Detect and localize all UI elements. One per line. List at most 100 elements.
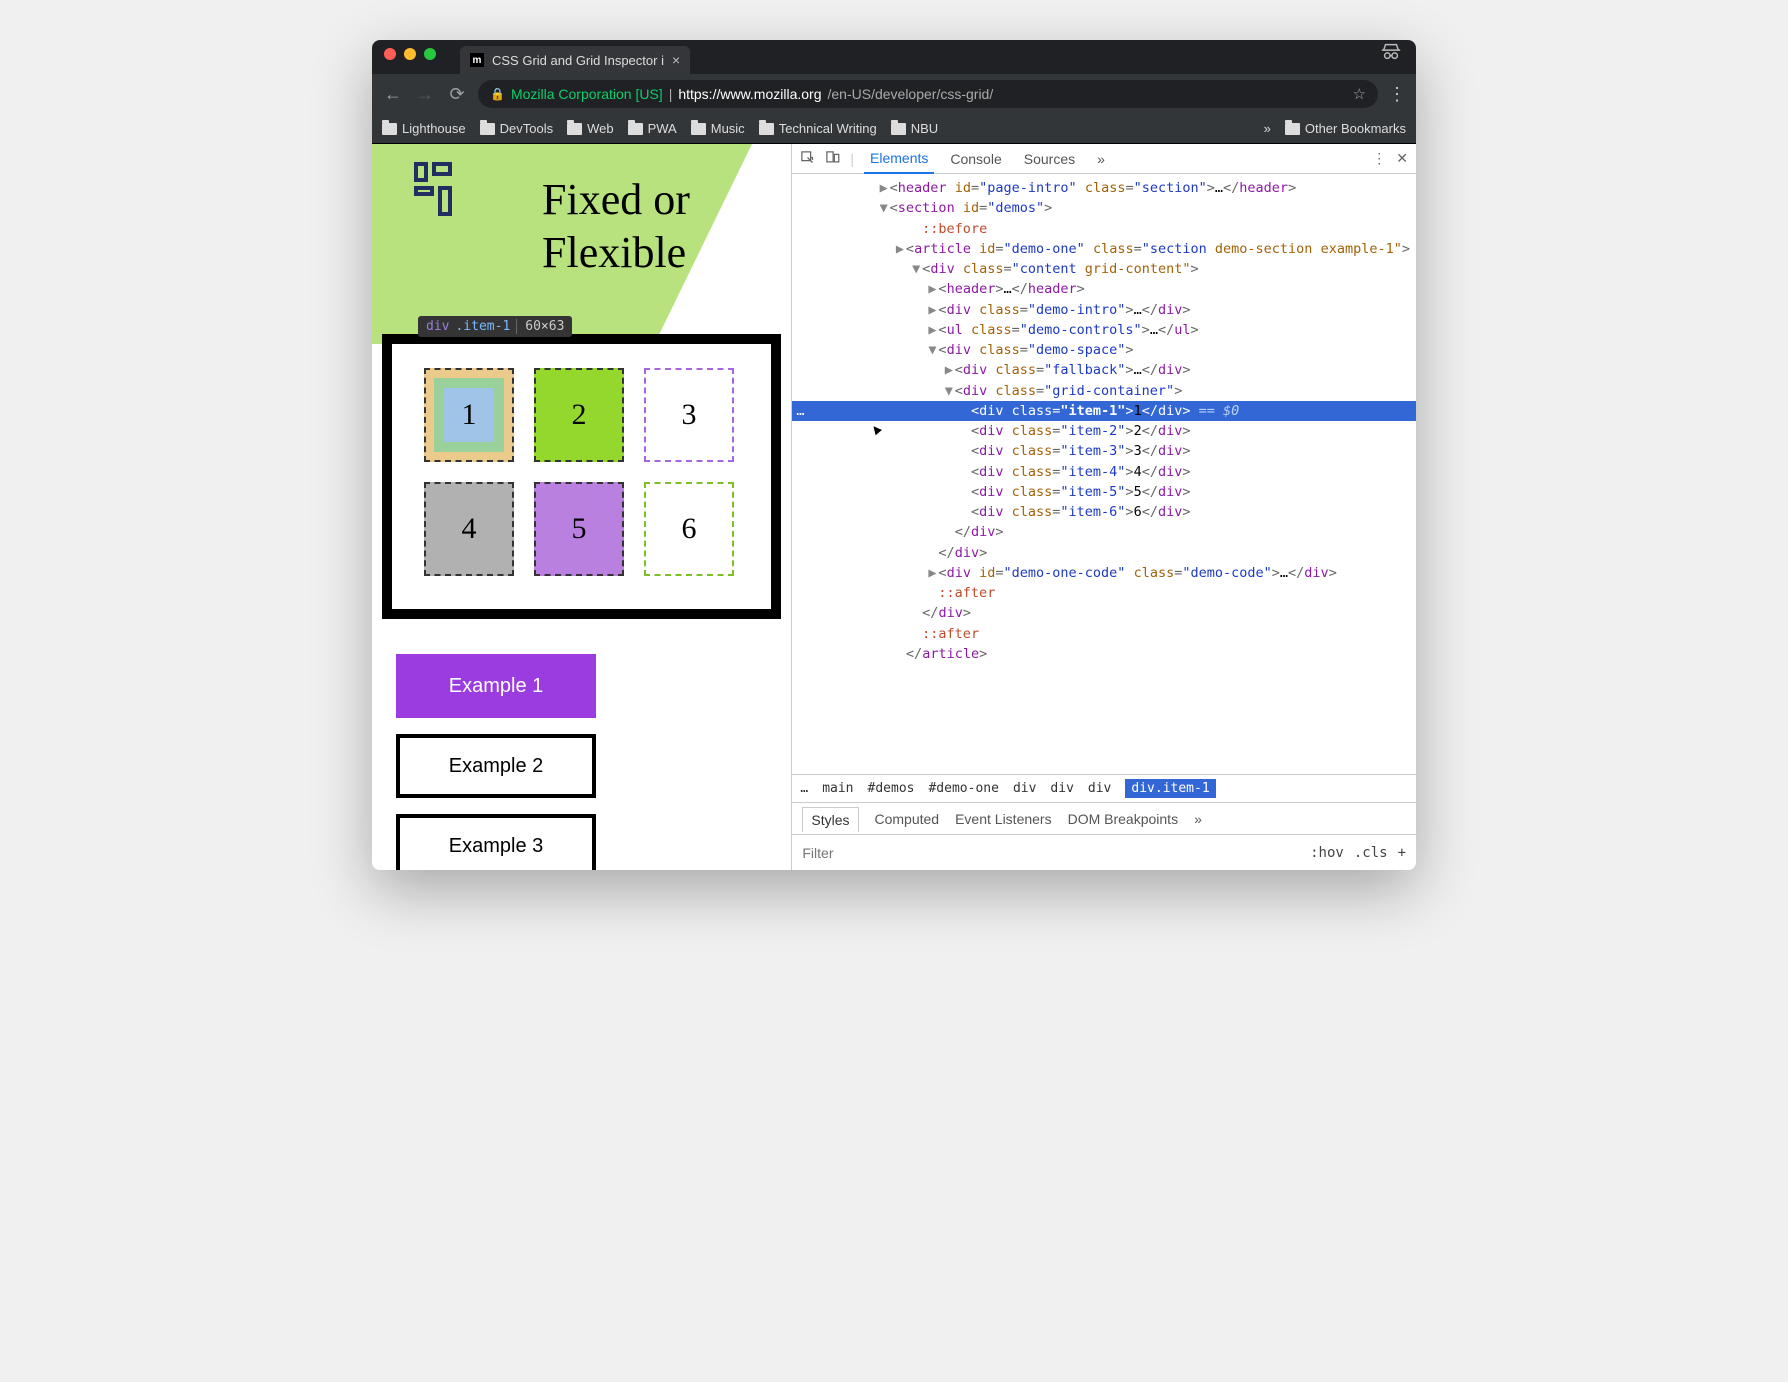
breadcrumb-item[interactable]: div: [1013, 781, 1036, 796]
dom-line[interactable]: <div class="item-2">2</div>: [792, 421, 1416, 441]
devtools-tab-console[interactable]: Console: [944, 151, 1007, 167]
dom-line[interactable]: ▶<ul class="demo-controls">…</ul>: [792, 320, 1416, 340]
device-toolbar-icon[interactable]: [825, 150, 840, 168]
add-rule-button[interactable]: +: [1398, 845, 1406, 861]
other-bookmarks-label: Other Bookmarks: [1305, 121, 1406, 136]
dom-line[interactable]: ▼<div class="grid-container">: [792, 381, 1416, 401]
breadcrumb-item[interactable]: …: [800, 781, 808, 796]
cert-label: Mozilla Corporation [US]: [511, 86, 663, 102]
inspect-element-icon[interactable]: [800, 150, 815, 168]
bookmark-nbu[interactable]: NBU: [891, 121, 938, 136]
grid-item-5[interactable]: 5: [534, 482, 624, 576]
dom-line[interactable]: ::before: [792, 219, 1416, 239]
dom-line[interactable]: ▶<article id="demo-one" class="section d…: [792, 239, 1416, 259]
bookmarks-overflow[interactable]: »: [1264, 121, 1271, 136]
browser-menu-button[interactable]: ⋮: [1388, 84, 1406, 105]
dom-line[interactable]: … <div class="item-1">1</div> == $0▲: [792, 401, 1416, 421]
dom-line[interactable]: ::after: [792, 583, 1416, 603]
other-bookmarks[interactable]: Other Bookmarks: [1285, 121, 1406, 136]
styles-filter-input[interactable]: [802, 845, 1300, 861]
hov-toggle[interactable]: :hov: [1310, 845, 1344, 861]
devtools-tab-sources[interactable]: Sources: [1018, 151, 1081, 167]
url-host: https://www.mozilla.org: [678, 86, 821, 102]
styles-tab-computed[interactable]: Computed: [875, 811, 940, 827]
dom-line[interactable]: ▶<div id="demo-one-code" class="demo-cod…: [792, 563, 1416, 583]
tab-title: CSS Grid and Grid Inspector i: [492, 53, 664, 68]
dom-line[interactable]: ▼<div class="content grid-content">: [792, 259, 1416, 279]
browser-window: m CSS Grid and Grid Inspector i × ← → ⟳ …: [372, 40, 1416, 870]
breadcrumb-item[interactable]: div: [1088, 781, 1111, 796]
folder-icon: [628, 123, 643, 135]
dom-line[interactable]: <div class="item-4">4</div>: [792, 462, 1416, 482]
styles-tab-styles[interactable]: Styles: [802, 807, 858, 832]
url-path: /en-US/developer/css-grid/: [828, 86, 994, 102]
grid-item-1[interactable]: 1: [424, 368, 514, 462]
folder-icon: [891, 123, 906, 135]
tooltip-class: .item-1: [455, 319, 510, 334]
devtools-menu-icon[interactable]: ⋮: [1372, 150, 1386, 167]
zoom-window-button[interactable]: [424, 48, 436, 60]
omnibox[interactable]: 🔒 Mozilla Corporation [US] | https://www…: [478, 80, 1378, 108]
styles-tabs-overflow[interactable]: »: [1194, 811, 1202, 827]
example-2-button[interactable]: Example 2: [396, 734, 596, 798]
back-button[interactable]: ←: [382, 84, 404, 105]
breadcrumb-item[interactable]: div.item-1: [1125, 779, 1215, 798]
bookmark-pwa[interactable]: PWA: [628, 121, 677, 136]
dom-breadcrumb: …main#demos#demo-onedivdivdivdiv.item-1: [792, 774, 1416, 802]
grid-item-4[interactable]: 4: [424, 482, 514, 576]
dom-line[interactable]: </article>: [792, 644, 1416, 664]
breadcrumb-item[interactable]: main: [822, 781, 853, 796]
folder-icon: [567, 123, 582, 135]
browser-tab[interactable]: m CSS Grid and Grid Inspector i ×: [460, 46, 690, 74]
dom-line[interactable]: ::after: [792, 624, 1416, 644]
dom-line[interactable]: ▶<div class="demo-intro">…</div>: [792, 300, 1416, 320]
dom-line[interactable]: </div>: [792, 522, 1416, 542]
styles-tab-event-listeners[interactable]: Event Listeners: [955, 811, 1052, 827]
grid-item-6[interactable]: 6: [644, 482, 734, 576]
dom-line[interactable]: <div class="item-5">5</div>: [792, 482, 1416, 502]
styles-tabs: Styles Computed Event Listeners DOM Brea…: [792, 802, 1416, 834]
bookmark-web[interactable]: Web: [567, 121, 614, 136]
grid-item-3[interactable]: 3: [644, 368, 734, 462]
bookmark-music[interactable]: Music: [691, 121, 745, 136]
close-window-button[interactable]: [384, 48, 396, 60]
bookmark-lighthouse[interactable]: Lighthouse: [382, 121, 466, 136]
styles-tab-dom-breakpoints[interactable]: DOM Breakpoints: [1068, 811, 1178, 827]
close-tab-icon[interactable]: ×: [672, 52, 680, 68]
demo-grid: 1 2 3 4 5 6: [424, 368, 747, 576]
dom-tree[interactable]: ▶<header id="page-intro" class="section"…: [792, 174, 1416, 774]
breadcrumb-item[interactable]: #demo-one: [928, 781, 998, 796]
example-buttons: Example 1 Example 2 Example 3: [396, 654, 791, 870]
dom-line[interactable]: ▶<div class="fallback">…</div>: [792, 360, 1416, 380]
minimize-window-button[interactable]: [404, 48, 416, 60]
dom-line[interactable]: ▶<header id="page-intro" class="section"…: [792, 178, 1416, 198]
breadcrumb-item[interactable]: div: [1050, 781, 1073, 796]
dom-line[interactable]: <div class="item-6">6</div>: [792, 502, 1416, 522]
example-1-button[interactable]: Example 1: [396, 654, 596, 718]
dom-line[interactable]: </div>: [792, 543, 1416, 563]
folder-icon: [1285, 123, 1300, 135]
reload-button[interactable]: ⟳: [446, 84, 468, 105]
favicon: m: [470, 53, 484, 67]
inspector-tooltip: div.item-1 60×63: [418, 316, 572, 337]
dom-line[interactable]: ▼<section id="demos">: [792, 198, 1416, 218]
dom-line[interactable]: </div>: [792, 603, 1416, 623]
forward-button[interactable]: →: [414, 84, 436, 105]
bookmark-technical-writing[interactable]: Technical Writing: [759, 121, 877, 136]
cls-toggle[interactable]: .cls: [1354, 845, 1388, 861]
bookmark-devtools[interactable]: DevTools: [480, 121, 553, 136]
dom-line[interactable]: <div class="item-3">3</div>: [792, 441, 1416, 461]
breadcrumb-item[interactable]: #demos: [868, 781, 915, 796]
example-3-button[interactable]: Example 3: [396, 814, 596, 870]
devtools-tab-elements[interactable]: Elements: [864, 144, 934, 174]
address-bar: ← → ⟳ 🔒 Mozilla Corporation [US] | https…: [372, 74, 1416, 114]
dom-line[interactable]: ▼<div class="demo-space">: [792, 340, 1416, 360]
styles-filter-row: :hov .cls +: [792, 834, 1416, 870]
dom-line[interactable]: ▶<header>…</header>: [792, 279, 1416, 299]
page-logo: [414, 162, 452, 216]
devtools-panel: | Elements Console Sources » ⋮ ✕ ▶<heade…: [791, 144, 1416, 870]
devtools-tabs-overflow[interactable]: »: [1091, 151, 1111, 167]
devtools-close-icon[interactable]: ✕: [1396, 150, 1408, 167]
bookmark-star-icon[interactable]: ☆: [1353, 85, 1366, 103]
grid-item-2[interactable]: 2: [534, 368, 624, 462]
